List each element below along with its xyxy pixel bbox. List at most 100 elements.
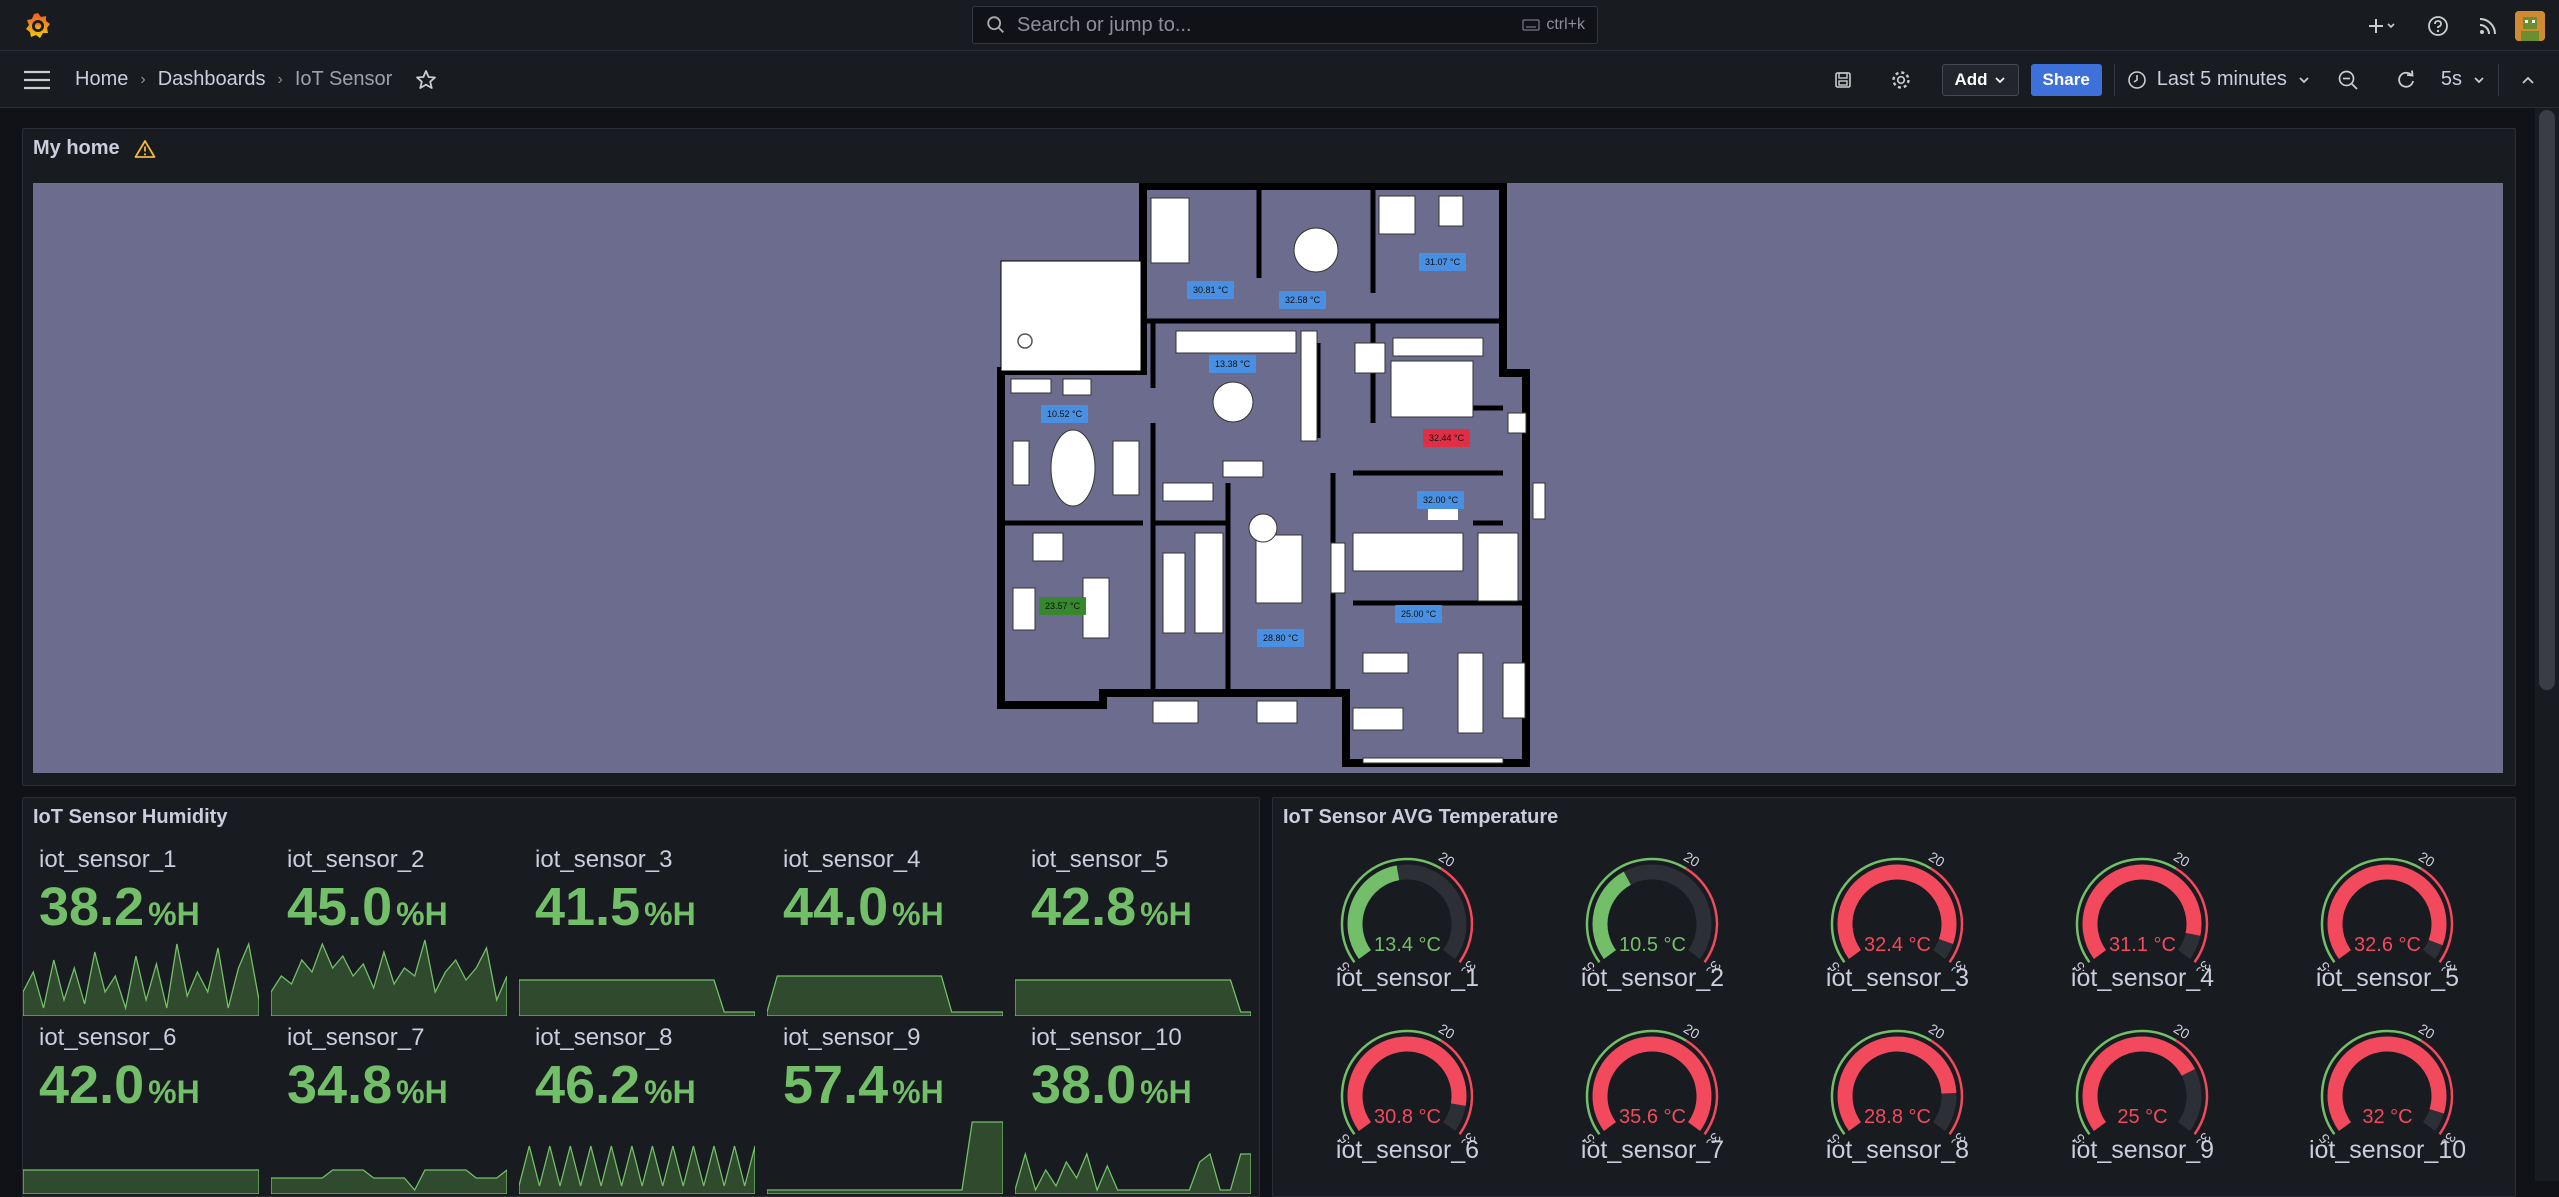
share-button[interactable]: Share bbox=[2031, 64, 2102, 96]
search-icon bbox=[985, 14, 1007, 36]
save-icon bbox=[1833, 70, 1853, 90]
temperature-gauge: -5203532.6 °Ciot_sensor_5 bbox=[2265, 846, 2510, 1016]
panel-title[interactable]: My home bbox=[33, 137, 156, 160]
humidity-stat: iot_sensor_138.2%H bbox=[23, 838, 271, 1016]
scrollbar[interactable] bbox=[2535, 108, 2559, 1181]
dashboard-nav-bar: Home › Dashboards › IoT Sensor Add Share… bbox=[0, 51, 2559, 108]
temperature-label: 30.81 °C bbox=[1187, 281, 1234, 299]
star-icon[interactable] bbox=[414, 68, 438, 92]
dashboard-settings-button[interactable] bbox=[1884, 63, 1918, 97]
new-menu-button[interactable] bbox=[2359, 9, 2405, 43]
time-range-picker[interactable]: Last 5 minutes bbox=[2127, 68, 2311, 91]
sensor-name: iot_sensor_4 bbox=[2020, 964, 2265, 993]
humidity-value: 42.0%H bbox=[39, 1054, 200, 1116]
humidity-sparkline bbox=[519, 930, 755, 1016]
add-button-label: Add bbox=[1955, 70, 1988, 90]
warning-icon[interactable] bbox=[134, 139, 156, 159]
humidity-stat: iot_sensor_957.4%H bbox=[767, 1016, 1015, 1194]
save-dashboard-button[interactable] bbox=[1826, 63, 1860, 97]
humidity-sparkline bbox=[271, 930, 507, 1016]
sensor-name: iot_sensor_5 bbox=[1031, 846, 1168, 874]
temperature-label: 32.44 °C bbox=[1423, 429, 1470, 447]
floor-plan-drawing bbox=[33, 183, 2503, 773]
breadcrumb-home[interactable]: Home bbox=[75, 68, 128, 91]
humidity-value: 38.0%H bbox=[1031, 1054, 1192, 1116]
menu-icon[interactable] bbox=[22, 66, 52, 94]
panel-title[interactable]: IoT Sensor AVG Temperature bbox=[1283, 806, 1558, 829]
temperature-label: 28.80 °C bbox=[1257, 629, 1304, 647]
sparkline-area bbox=[271, 940, 507, 1016]
humidity-stat: iot_sensor_734.8%H bbox=[271, 1016, 519, 1194]
panel-title[interactable]: IoT Sensor Humidity bbox=[33, 806, 227, 829]
humidity-sparkline bbox=[1015, 1108, 1251, 1194]
humidity-title: IoT Sensor Humidity bbox=[33, 806, 227, 829]
temperature-gauge: -5203535.6 °Ciot_sensor_7 bbox=[1530, 1018, 1775, 1188]
humidity-sparkline bbox=[23, 930, 259, 1016]
humidity-number: 46.2 bbox=[535, 1055, 640, 1115]
zoom-out-icon bbox=[2337, 69, 2359, 91]
sensor-name: iot_sensor_9 bbox=[783, 1024, 920, 1052]
topbar-actions bbox=[2359, 0, 2559, 51]
sensor-name: iot_sensor_4 bbox=[783, 846, 920, 874]
time-range-label: Last 5 minutes bbox=[2157, 68, 2287, 91]
gauge-value: 13.4 °C bbox=[1285, 934, 1530, 957]
gauge-value: 32.6 °C bbox=[2265, 934, 2510, 957]
gauge-value: 10.5 °C bbox=[1530, 934, 1775, 957]
breadcrumb-dashboards[interactable]: Dashboards bbox=[158, 68, 266, 91]
divider bbox=[2498, 64, 2499, 96]
humidity-sparkline bbox=[271, 1108, 507, 1194]
keyboard-icon bbox=[1522, 19, 1540, 31]
sparkline-area bbox=[519, 1146, 755, 1194]
help-button[interactable] bbox=[2421, 9, 2455, 43]
temperature-gauge: -5203528.8 °Ciot_sensor_8 bbox=[1775, 1018, 2020, 1188]
zoom-out-button[interactable] bbox=[2331, 63, 2365, 97]
humidity-sparkline bbox=[767, 930, 1003, 1016]
breadcrumb: Home › Dashboards › IoT Sensor bbox=[75, 51, 438, 108]
humidity-panel: IoT Sensor Humidity iot_sensor_138.2%Hio… bbox=[22, 797, 1260, 1197]
rss-icon bbox=[2478, 16, 2498, 36]
sparkline-area bbox=[1015, 980, 1251, 1016]
chevron-up-icon bbox=[2520, 75, 2536, 85]
temperature-panel: IoT Sensor AVG Temperature -5203513.4 °C… bbox=[1272, 797, 2516, 1197]
sensor-name: iot_sensor_8 bbox=[1775, 1136, 2020, 1165]
humidity-number: 45.0 bbox=[287, 877, 392, 937]
collapse-nav-button[interactable] bbox=[2511, 63, 2545, 97]
temperature-gauge: -5203531.1 °Ciot_sensor_4 bbox=[2020, 846, 2265, 1016]
search-placeholder: Search or jump to... bbox=[1017, 14, 1192, 37]
humidity-number: 44.0 bbox=[783, 877, 888, 937]
gauge-value: 30.8 °C bbox=[1285, 1106, 1530, 1129]
humidity-number: 38.0 bbox=[1031, 1055, 1136, 1115]
floor-plan: 30.81 °C 32.58 °C 31.07 °C 13.38 °C 10.5… bbox=[33, 183, 2503, 773]
refresh-interval-picker[interactable]: 5s bbox=[2441, 68, 2486, 91]
sparkline-area bbox=[23, 1170, 259, 1194]
news-button[interactable] bbox=[2471, 9, 2505, 43]
scrollbar-thumb[interactable] bbox=[2539, 110, 2555, 690]
add-button[interactable]: Add bbox=[1942, 64, 2019, 96]
humidity-value: 42.8%H bbox=[1031, 876, 1192, 938]
avatar-icon bbox=[2515, 11, 2545, 41]
humidity-stat: iot_sensor_642.0%H bbox=[23, 1016, 271, 1194]
my-home-title: My home bbox=[33, 137, 120, 160]
temperature-gauge: -5203525 °Ciot_sensor_9 bbox=[2020, 1018, 2265, 1188]
humidity-unit: %H bbox=[892, 896, 944, 932]
help-icon bbox=[2427, 15, 2449, 37]
gauge-value: 32 °C bbox=[2265, 1106, 2510, 1129]
sparkline-area bbox=[271, 1170, 507, 1194]
temperature-gauge: -5203530.8 °Ciot_sensor_6 bbox=[1285, 1018, 1530, 1188]
chevron-right-icon: › bbox=[140, 71, 145, 89]
humidity-stat: iot_sensor_846.2%H bbox=[519, 1016, 767, 1194]
sparkline-area bbox=[767, 1122, 1003, 1194]
search-bar[interactable]: Search or jump to... ctrl+k bbox=[972, 6, 1598, 44]
humidity-value: 45.0%H bbox=[287, 876, 448, 938]
humidity-value: 46.2%H bbox=[535, 1054, 696, 1116]
temperature-label: 32.58 °C bbox=[1279, 291, 1326, 309]
divider bbox=[2114, 64, 2115, 96]
gauge-value: 28.8 °C bbox=[1775, 1106, 2020, 1129]
user-avatar[interactable] bbox=[2515, 11, 2545, 41]
gauge-value: 31.1 °C bbox=[2020, 934, 2265, 957]
refresh-button[interactable] bbox=[2389, 63, 2423, 97]
sensor-name: iot_sensor_2 bbox=[1530, 964, 1775, 993]
humidity-number: 41.5 bbox=[535, 877, 640, 937]
grafana-logo-icon[interactable] bbox=[22, 10, 54, 42]
sensor-name: iot_sensor_5 bbox=[2265, 964, 2510, 993]
